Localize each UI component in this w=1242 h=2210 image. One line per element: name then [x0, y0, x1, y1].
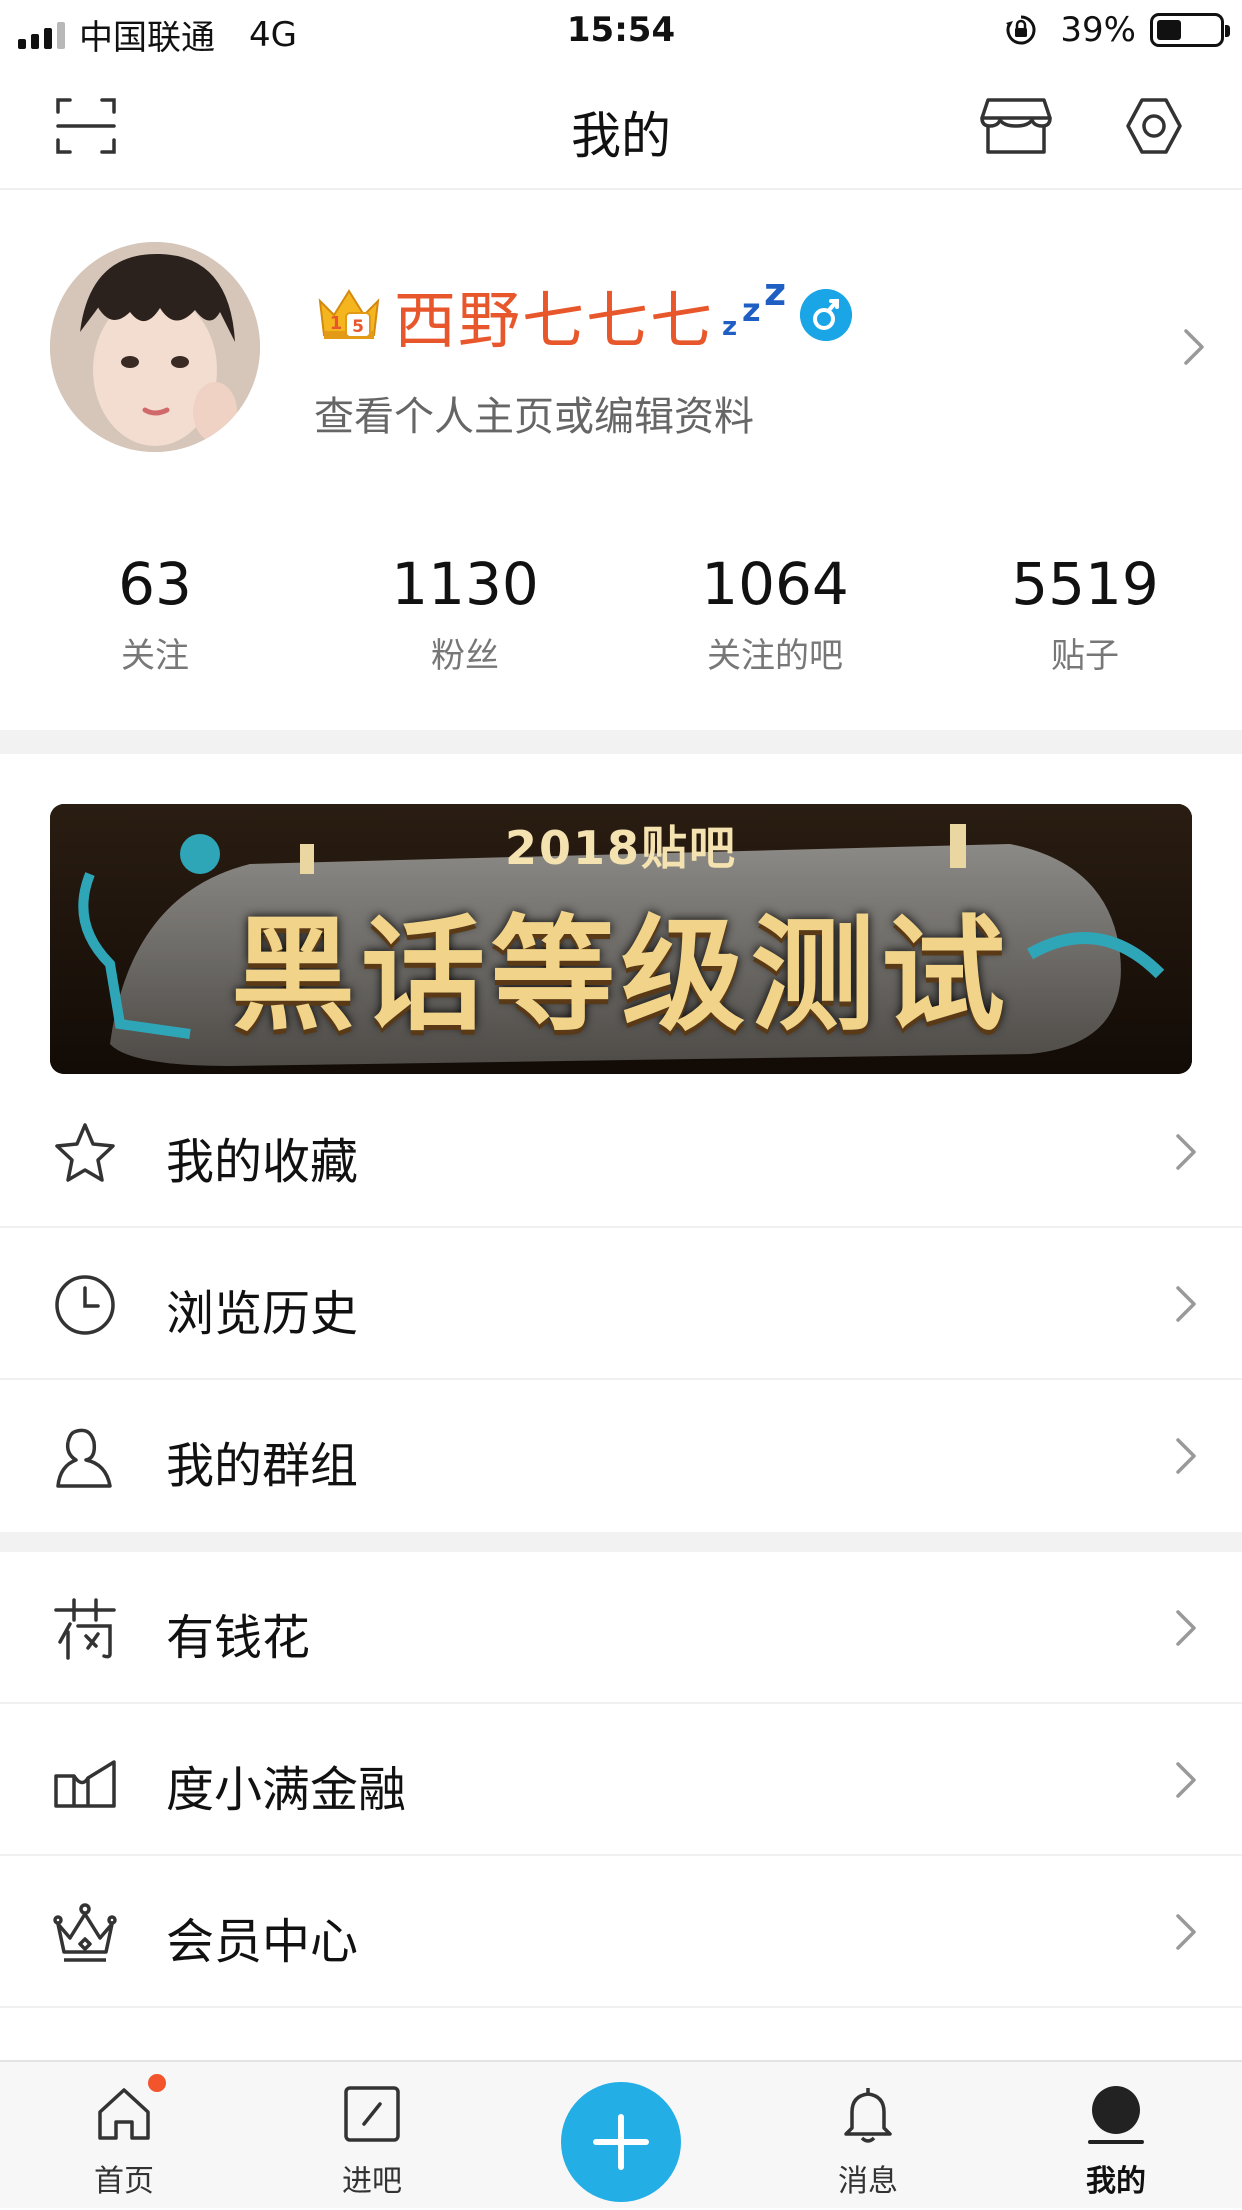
crown-level-icon: 5 1: [318, 289, 380, 339]
profile-card[interactable]: 5 1 西野七七七 z z z 查看个人主页或编辑资料: [0, 192, 1242, 502]
stat-posts[interactable]: 5519 贴子: [930, 550, 1240, 677]
tab-home[interactable]: 首页: [44, 2062, 204, 2210]
svg-text:z: z: [722, 312, 737, 339]
avatar[interactable]: [50, 242, 260, 452]
menu-label: 浏览历史: [166, 1286, 359, 1342]
banner-headline: 黑话等级测试: [230, 904, 1011, 1048]
male-gender-icon: [800, 289, 853, 341]
home-icon: [98, 2088, 150, 2140]
menu-label: 我的收藏: [166, 1134, 359, 1190]
title-bar: 我的: [0, 62, 1242, 190]
section-divider: [0, 1532, 1242, 1552]
svg-text:5: 5: [352, 317, 364, 337]
stat-value: 63: [118, 550, 192, 618]
settings-icon[interactable]: [1122, 94, 1186, 158]
stat-followed-bars[interactable]: 1064 关注的吧: [620, 550, 930, 677]
money-icon: [54, 1598, 116, 1660]
menu-item-favorites[interactable]: 我的收藏: [0, 1076, 1242, 1228]
star-icon: [55, 1123, 115, 1182]
avatar-image: [50, 242, 260, 452]
menu-label: 我的群组: [166, 1438, 359, 1494]
menu-item-history[interactable]: 浏览历史: [0, 1228, 1242, 1380]
section-divider: [0, 730, 1242, 754]
page-title: 我的: [571, 107, 671, 165]
store-icon[interactable]: [980, 94, 1052, 158]
stats-row: 63 关注 1130 粉丝 1064 关注的吧 5519 贴子: [0, 520, 1242, 730]
status-bar: 中国联通 4G 15:54 39%: [0, 0, 1242, 62]
tab-label: 我的: [1086, 2164, 1146, 2199]
crown-icon: [53, 1903, 117, 1962]
battery-icon: [1150, 13, 1230, 47]
sleep-zzz-icon: z z z: [722, 273, 786, 339]
bell-icon: [844, 2088, 892, 2143]
menu-label: 有钱花: [166, 1610, 311, 1666]
tab-label: 首页: [94, 2164, 154, 2199]
stat-value: 5519: [1011, 550, 1159, 618]
battery-percent: 39%: [1060, 10, 1136, 50]
chevron-right-icon: [1176, 1438, 1196, 1474]
svg-text:1: 1: [330, 313, 343, 334]
username-row: 5 1 西野七七七 z z z: [316, 270, 853, 360]
chevron-right-icon: [1176, 1610, 1196, 1646]
tab-profile[interactable]: 我的: [1036, 2062, 1196, 2210]
menu-item-vip-center[interactable]: 会员中心: [0, 1856, 1242, 2008]
menu-item-finance[interactable]: 度小满金融: [0, 1704, 1242, 1856]
menu-item-youqianhua[interactable]: 有钱花: [0, 1552, 1242, 1704]
menu-item-groups[interactable]: 我的群组: [0, 1380, 1242, 1532]
username: 西野七七七: [394, 284, 715, 357]
menu-label: 度小满金融: [166, 1762, 407, 1818]
tab-messages[interactable]: 消息: [788, 2062, 948, 2210]
stat-value: 1130: [391, 550, 539, 618]
menu-label: 会员中心: [166, 1914, 359, 1970]
notification-dot: [148, 2074, 166, 2092]
stat-fans[interactable]: 1130 粉丝: [310, 550, 620, 677]
clock-icon: [55, 1275, 115, 1335]
svg-text:z: z: [764, 273, 786, 314]
user-group-icon: [56, 1428, 112, 1488]
stat-label: 关注的吧: [707, 636, 843, 676]
tab-label: 进吧: [342, 2164, 402, 2199]
chevron-right-icon: [1184, 329, 1204, 365]
banner-text-layer: 2018贴吧 黑话等级测试: [50, 804, 1192, 1074]
chevron-right-icon: [1176, 1762, 1196, 1798]
profile-icon: [1088, 2086, 1144, 2144]
status-right: 39%: [1004, 10, 1230, 50]
chevron-right-icon: [1176, 1286, 1196, 1322]
svg-text:z: z: [742, 291, 761, 329]
tab-enter-bar[interactable]: 进吧: [292, 2062, 452, 2210]
orientation-lock-icon: [1006, 15, 1036, 45]
chevron-right-icon: [1176, 1914, 1196, 1950]
chevron-right-icon: [1176, 1134, 1196, 1170]
stat-label: 关注: [121, 636, 189, 676]
banner-year-text: 2018贴吧: [504, 821, 738, 875]
stat-label: 贴子: [1051, 636, 1119, 676]
stat-following[interactable]: 63 关注: [0, 550, 310, 677]
stat-value: 1064: [701, 550, 849, 618]
stat-label: 粉丝: [431, 636, 499, 676]
enter-bar-icon: [344, 2086, 400, 2142]
profile-subtitle: 查看个人主页或编辑资料: [314, 394, 754, 440]
post-plus-button[interactable]: [561, 2082, 681, 2202]
finance-icon: [54, 1760, 116, 1808]
tab-label: 消息: [838, 2164, 898, 2199]
